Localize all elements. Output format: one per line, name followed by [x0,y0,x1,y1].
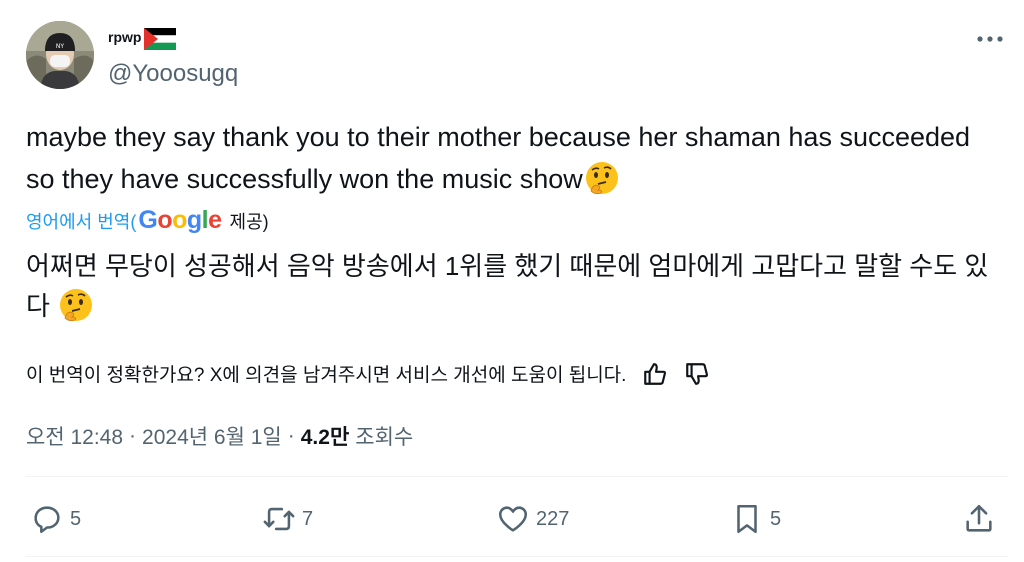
translation-credit[interactable]: 영어에서 번역( Google 제공) [26,206,269,235]
tweet-text: maybe they say thank you to their mother… [26,116,986,200]
thinking-face-icon [583,159,621,197]
like-button[interactable]: 227 [496,502,569,536]
more-options-button[interactable] [970,24,1010,54]
share-button[interactable] [962,502,996,536]
like-count: 227 [536,507,570,530]
author-display-name[interactable]: rpwp [108,24,177,50]
divider [26,476,1008,477]
reply-icon [34,506,60,534]
bookmark-icon [737,504,757,534]
thumbs-up-icon[interactable] [642,361,668,387]
feedback-prompt: 이 번역이 정확한가요? X에 의견을 남겨주시면 서비스 개선에 도움이 됩니… [26,365,627,386]
avatar[interactable]: NY [26,21,94,89]
reply-count: 5 [70,507,82,530]
translation-feedback: 이 번역이 정확한가요? X에 의견을 남겨주시면 서비스 개선에 도움이 됩니… [26,360,710,387]
more-dots-icon [977,36,1003,42]
views-count[interactable]: 4.2만 [301,421,350,451]
repost-count: 7 [302,507,314,530]
meta-separator: · [287,424,295,447]
svg-text:NY: NY [56,43,64,50]
thumbs-down-icon[interactable] [684,361,710,387]
meta-separator: · [129,424,137,447]
share-icon [966,504,992,532]
google-logo: Google [138,206,222,234]
bookmark-button[interactable]: 5 [730,502,781,536]
translation-credit-prefix: 영어에서 번역( [26,211,137,232]
tweet-text-body: maybe they say thank you to their mother… [26,122,971,194]
tweet-date[interactable]: 2024년 6월 1일 [142,421,282,451]
translated-text-body: 어쩌면 무당이 성공해서 음악 방송에서 1위를 했기 때문에 엄마에게 고맙다… [26,251,989,321]
tweet-meta: 오전 12:48 · 2024년 6월 1일 · 4.2만 조회수 [26,421,413,451]
bookmark-count: 5 [770,507,782,530]
repost-icon [263,507,295,531]
tweet-time[interactable]: 오전 12:48 [26,421,123,451]
divider [26,556,1008,557]
heart-icon [498,506,528,532]
thinking-face-icon [57,286,95,324]
avatar-image: NY [26,21,94,89]
author-handle[interactable]: @Yooosugq [108,60,238,88]
views-label: 조회수 [355,426,414,449]
translated-text: 어쩌면 무당이 성공해서 음악 방송에서 1위를 했기 때문에 엄마에게 고맙다… [26,246,1011,326]
repost-button[interactable]: 7 [262,502,313,536]
translation-credit-suffix: 제공) [229,211,269,232]
display-name-text: rpwp [108,29,142,45]
reply-button[interactable]: 5 [30,502,81,536]
palestine-flag-icon [144,28,177,50]
